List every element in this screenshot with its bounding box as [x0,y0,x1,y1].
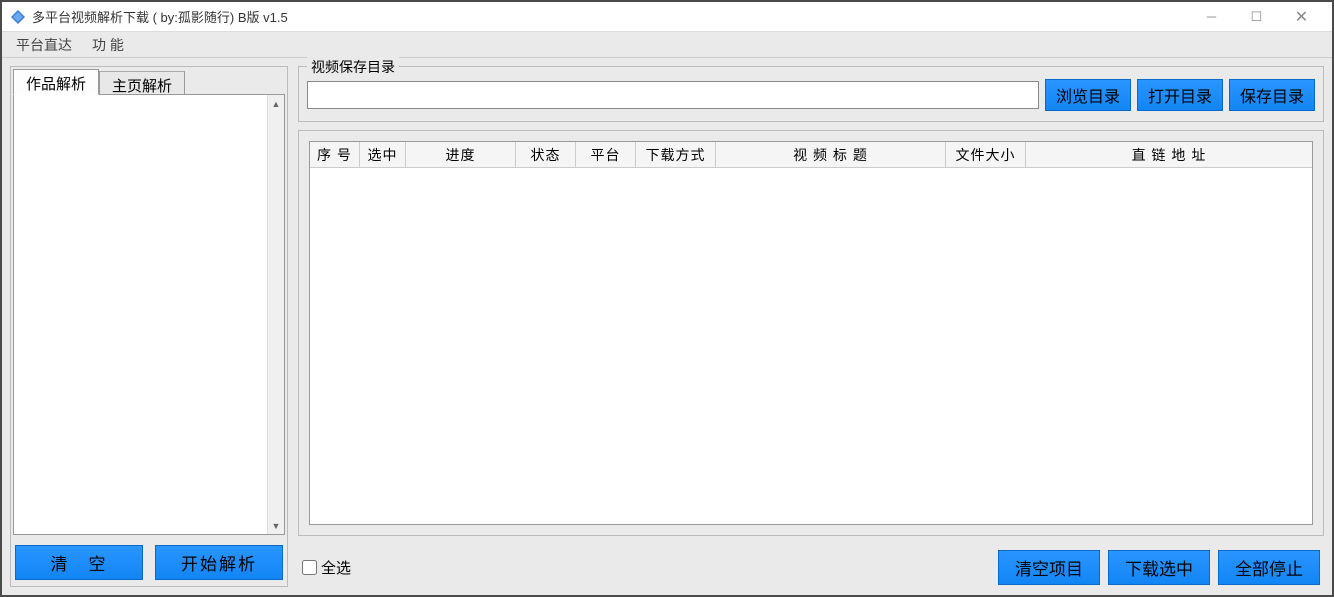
stop-all-button[interactable]: 全部停止 [1218,550,1320,585]
url-textarea-wrap: ▲ ▼ [13,94,285,535]
col-title[interactable]: 视 频 标 题 [716,142,946,167]
scroll-down-icon[interactable]: ▼ [268,517,284,534]
col-url[interactable]: 直 链 地 址 [1026,142,1312,167]
dir-row: 浏览目录 打开目录 保存目录 [307,79,1315,111]
content-area: 作品解析 主页解析 ▲ ▼ 清 空 开始解析 视频保存目录 [2,58,1332,595]
col-select[interactable]: 选中 [360,142,406,167]
download-selected-button[interactable]: 下载选中 [1108,550,1210,585]
scroll-up-icon[interactable]: ▲ [268,95,284,112]
minimize-button[interactable]: ─ [1189,3,1234,31]
table-group: 序 号 选中 进度 状态 平台 下载方式 视 频 标 题 文件大小 直 链 地 … [298,130,1324,536]
scrollbar-vertical[interactable]: ▲ ▼ [267,95,284,534]
save-dir-button[interactable]: 保存目录 [1229,79,1315,111]
col-status[interactable]: 状态 [516,142,576,167]
browse-dir-button[interactable]: 浏览目录 [1045,79,1131,111]
table-body[interactable] [310,168,1312,524]
col-filesize[interactable]: 文件大小 [946,142,1026,167]
open-dir-button[interactable]: 打开目录 [1137,79,1223,111]
left-tabs: 作品解析 主页解析 [13,69,285,95]
save-dir-input[interactable] [307,81,1039,109]
left-panel: 作品解析 主页解析 ▲ ▼ 清 空 开始解析 [10,66,288,587]
right-panel: 视频保存目录 浏览目录 打开目录 保存目录 序 号 选中 进度 状态 平台 [298,66,1324,587]
window-title: 多平台视频解析下载 ( by:孤影随行) B版 v1.5 [32,7,1189,26]
save-dir-group: 视频保存目录 浏览目录 打开目录 保存目录 [298,66,1324,122]
start-parse-button[interactable]: 开始解析 [155,545,283,580]
clear-button[interactable]: 清 空 [15,545,143,580]
select-all-checkbox[interactable] [302,560,317,575]
tab-home-parse[interactable]: 主页解析 [99,71,185,95]
save-dir-label: 视频保存目录 [307,57,399,77]
menu-function[interactable]: 功 能 [88,33,128,57]
select-all-label: 全选 [321,557,351,578]
col-progress[interactable]: 进度 [406,142,516,167]
app-icon [10,9,26,25]
close-button[interactable]: ✕ [1279,3,1324,31]
select-all-wrap[interactable]: 全选 [302,557,351,578]
bottom-row: 全选 清空项目 下载选中 全部停止 [298,544,1324,587]
clear-items-button[interactable]: 清空项目 [998,550,1100,585]
app-window: 多平台视频解析下载 ( by:孤影随行) B版 v1.5 ─ ☐ ✕ 平台直达 … [0,0,1334,597]
menu-platform[interactable]: 平台直达 [12,33,76,57]
col-download-mode[interactable]: 下载方式 [636,142,716,167]
col-platform[interactable]: 平台 [576,142,636,167]
download-table: 序 号 选中 进度 状态 平台 下载方式 视 频 标 题 文件大小 直 链 地 … [309,141,1313,525]
left-buttons: 清 空 开始解析 [13,535,285,584]
col-seq[interactable]: 序 号 [310,142,360,167]
tab-work-parse[interactable]: 作品解析 [13,69,99,95]
menubar: 平台直达 功 能 [2,32,1332,58]
window-controls: ─ ☐ ✕ [1189,3,1324,31]
url-textarea[interactable] [14,95,284,534]
titlebar: 多平台视频解析下载 ( by:孤影随行) B版 v1.5 ─ ☐ ✕ [2,2,1332,32]
table-header: 序 号 选中 进度 状态 平台 下载方式 视 频 标 题 文件大小 直 链 地 … [310,142,1312,168]
maximize-button[interactable]: ☐ [1234,3,1279,31]
